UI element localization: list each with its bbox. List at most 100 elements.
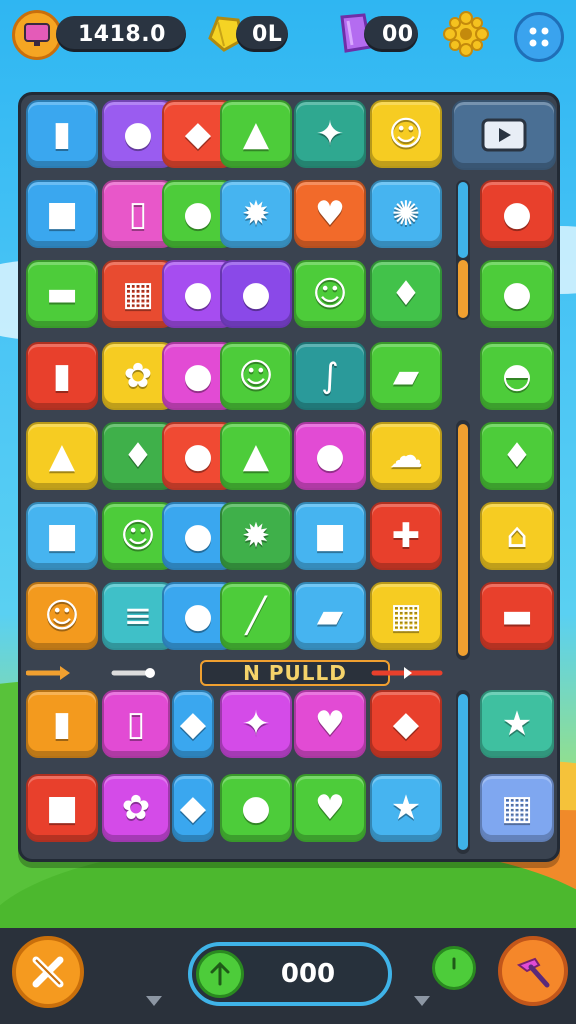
game-tile[interactable]: ∫	[294, 342, 366, 410]
game-tile[interactable]: ☺	[26, 582, 98, 650]
rocket-icon: ▲	[242, 114, 270, 154]
game-tile[interactable]: ▬	[480, 582, 554, 650]
game-tile[interactable]: ●	[294, 422, 366, 490]
game-tile[interactable]: ◆	[172, 690, 214, 758]
progress-bar-upper	[456, 180, 470, 320]
sun-icon: ✹	[241, 516, 271, 556]
small-arrow-left-icon	[146, 996, 162, 1006]
game-tile[interactable]: ☺	[220, 342, 292, 410]
smiley-icon: ☺	[120, 516, 156, 556]
crystal-icon: ◆	[179, 788, 207, 828]
game-tile[interactable]: ★	[480, 690, 554, 758]
star-icon: ★	[501, 704, 533, 744]
battery-icon: ▮	[52, 114, 72, 154]
game-tile[interactable]: ●	[220, 774, 292, 842]
game-tile[interactable]: ■	[26, 180, 98, 248]
folder-icon: ▦	[500, 788, 534, 828]
counter-value: 000	[280, 959, 336, 989]
puzzle-icon: ■	[45, 194, 79, 234]
flower-icon: ✿	[123, 356, 153, 396]
game-tile[interactable]: ✿	[102, 774, 170, 842]
game-tile[interactable]: ☺	[294, 260, 366, 328]
game-tile[interactable]: ■	[294, 502, 366, 570]
tool-icon: ✚	[391, 516, 421, 556]
battery-icon: ▮	[52, 356, 72, 396]
game-tile[interactable]: ╱	[220, 582, 292, 650]
game-tile[interactable]: ▰	[370, 342, 442, 410]
game-tile[interactable]: ✹	[220, 180, 292, 248]
hook-icon: ∫	[321, 356, 339, 396]
gear-icon[interactable]	[442, 10, 490, 58]
bomb-icon: ●	[241, 274, 271, 314]
menu-dots-icon[interactable]	[514, 12, 564, 62]
game-tile[interactable]: ♦	[480, 422, 554, 490]
game-tile[interactable]: ✹	[220, 502, 292, 570]
cloud-icon: ☁	[389, 436, 423, 476]
chili-icon: ●	[183, 596, 213, 636]
bottle-icon: ▮	[52, 704, 72, 744]
smiley-icon: ☺	[238, 356, 274, 396]
game-tile[interactable]: ●	[480, 260, 554, 328]
game-tile[interactable]: ■	[26, 774, 98, 842]
window-icon: ▦	[389, 596, 423, 636]
game-tile[interactable]: ▲	[220, 422, 292, 490]
game-tile[interactable]: ▦	[370, 582, 442, 650]
ship-icon: ◆	[184, 114, 212, 154]
game-tile[interactable]: ♦	[370, 260, 442, 328]
game-tile[interactable]: ✦	[294, 100, 366, 168]
top-bar: 1418.0 0L 00	[0, 0, 576, 80]
game-tile[interactable]: ✚	[370, 502, 442, 570]
slider-handle-icon[interactable]	[110, 660, 158, 686]
arrow-up-icon[interactable]	[196, 950, 244, 998]
carrot-icon: ♦	[501, 436, 533, 476]
car-icon: ▬	[45, 274, 79, 314]
bowl-icon: ◓	[502, 356, 532, 396]
divider-label: N PULLD	[200, 660, 390, 686]
game-tile[interactable]: ♥	[294, 690, 366, 758]
game-tile[interactable]: ◆	[370, 690, 442, 758]
game-tile[interactable]: ●	[220, 260, 292, 328]
game-tile[interactable]: ⌂	[480, 502, 554, 570]
game-tile[interactable]: ▮	[26, 100, 98, 168]
monitor-icon[interactable]	[12, 10, 62, 60]
game-tile[interactable]: ▲	[26, 422, 98, 490]
smiley-icon: ☺	[312, 274, 348, 314]
game-tile[interactable]: ▰	[294, 582, 366, 650]
coins-value: 1418.0	[78, 21, 166, 47]
game-tile[interactable]: ▯	[102, 690, 170, 758]
drop-icon: ▲	[48, 436, 76, 476]
game-tile[interactable]: ▮	[26, 690, 98, 758]
game-tile[interactable]: ★	[370, 774, 442, 842]
game-tile[interactable]: ●	[480, 180, 554, 248]
balloon-icon: ●	[183, 274, 213, 314]
hammer-icon[interactable]	[498, 936, 568, 1006]
leaf-icon: ●	[502, 274, 532, 314]
egg-icon: ●	[183, 356, 213, 396]
side-header-tile[interactable]	[452, 100, 556, 170]
game-tile[interactable]: ▮	[26, 342, 98, 410]
power-icon[interactable]	[432, 946, 476, 990]
game-tile[interactable]: ✺	[370, 180, 442, 248]
flask-icon: ▲	[242, 436, 270, 476]
game-tile[interactable]: ☺	[370, 100, 442, 168]
game-tile[interactable]: ■	[26, 502, 98, 570]
game-tile[interactable]: ▦	[480, 774, 554, 842]
tools-icon[interactable]	[12, 936, 84, 1008]
game-tile[interactable]: ▬	[26, 260, 98, 328]
divider-row: N PULLD	[26, 660, 556, 686]
arrow-right-icon	[26, 666, 70, 680]
game-tile[interactable]: ✦	[220, 690, 292, 758]
game-tile[interactable]: ♥	[294, 774, 366, 842]
progress-bar-lower	[456, 690, 470, 854]
game-tile[interactable]: ▲	[220, 100, 292, 168]
phone-icon: ▯	[126, 704, 146, 744]
counter-display: 000	[188, 942, 392, 1006]
sunflower-icon: ✺	[391, 194, 421, 234]
heart-icon: ♥	[314, 788, 346, 828]
game-tile[interactable]: ◓	[480, 342, 554, 410]
game-tile[interactable]: ☁	[370, 422, 442, 490]
lemon-icon: ●	[183, 194, 213, 234]
game-tile[interactable]: ♥	[294, 180, 366, 248]
progress-bar-middle	[456, 420, 470, 660]
game-tile[interactable]: ◆	[172, 774, 214, 842]
